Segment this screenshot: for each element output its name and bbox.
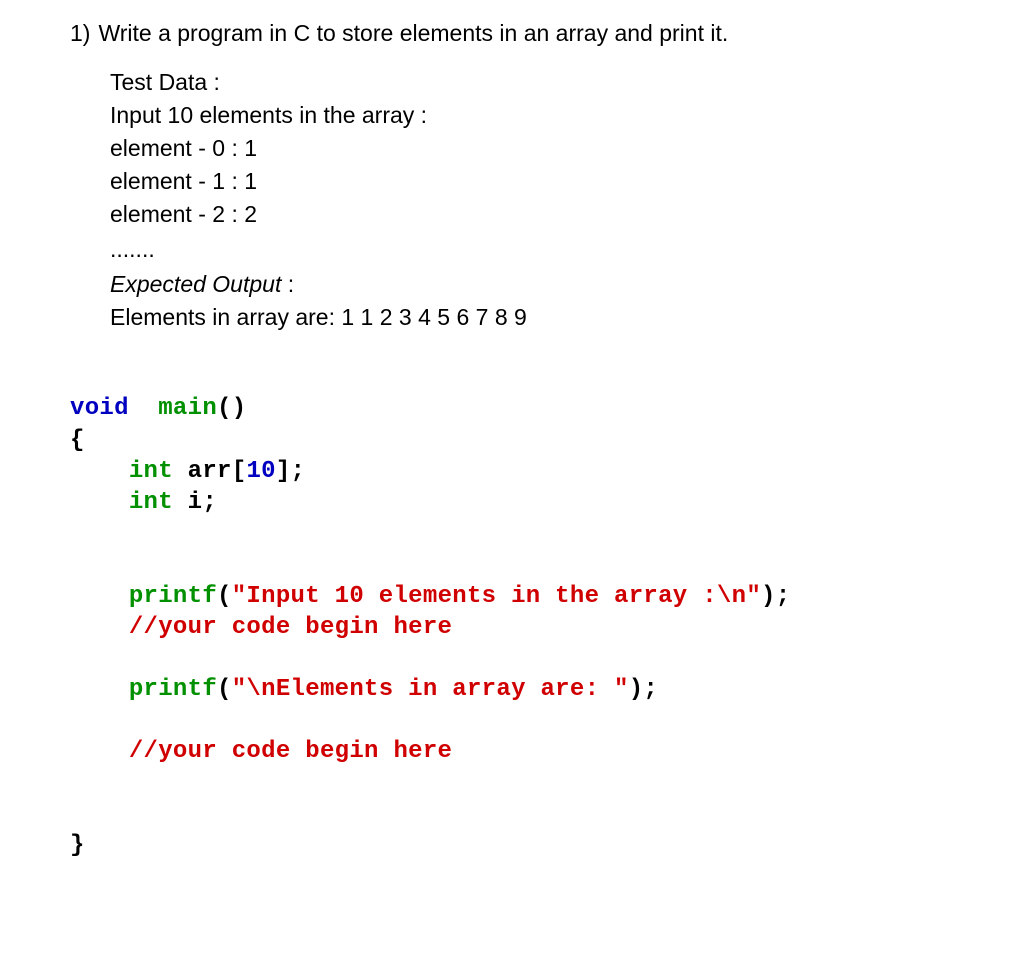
comment-2: //your code begin here xyxy=(129,738,452,765)
question-title: Write a program in C to store elements i… xyxy=(98,20,728,47)
expected-output-label: Expected Output xyxy=(110,271,281,297)
open-paren: ( xyxy=(217,395,232,422)
int-keyword-2: int xyxy=(129,489,173,516)
close-brace: } xyxy=(70,832,85,859)
open-paren-3: ( xyxy=(217,676,232,703)
void-keyword: void xyxy=(70,395,129,422)
main-identifier: main xyxy=(158,395,217,422)
comment-1: //your code begin here xyxy=(129,614,452,641)
i-var: i xyxy=(188,489,203,516)
open-bracket: [ xyxy=(232,458,247,485)
semicolon-3: ; xyxy=(776,583,791,610)
open-paren-2: ( xyxy=(217,583,232,610)
question-number: 1) xyxy=(70,20,90,47)
input-label: Input 10 elements in the array : xyxy=(110,100,984,131)
ellipsis: ....... xyxy=(110,234,984,265)
semicolon-4: ; xyxy=(643,676,658,703)
close-paren: ) xyxy=(232,395,247,422)
close-bracket: ] xyxy=(276,458,291,485)
string-2: "\nElements in array are: " xyxy=(232,676,629,703)
question-header: 1) Write a program in C to store element… xyxy=(70,20,984,47)
printf-1: printf xyxy=(129,583,217,610)
code-block: void main() { int arr[10]; int i; printf… xyxy=(70,393,984,861)
printf-2: printf xyxy=(129,676,217,703)
test-data-label: Test Data : xyxy=(110,67,984,98)
element-1: element - 1 : 1 xyxy=(110,166,984,197)
expected-colon: : xyxy=(281,271,294,297)
question-body: Test Data : Input 10 elements in the arr… xyxy=(70,67,984,333)
arr-var: arr xyxy=(188,458,232,485)
string-1: "Input 10 elements in the array :\n" xyxy=(232,583,761,610)
close-paren-2: ) xyxy=(761,583,776,610)
element-2: element - 2 : 2 xyxy=(110,199,984,230)
expected-output-text: Elements in array are: 1 1 2 3 4 5 6 7 8… xyxy=(110,302,984,333)
semicolon-2: ; xyxy=(202,489,217,516)
open-brace: { xyxy=(70,427,85,454)
int-keyword-1: int xyxy=(129,458,173,485)
element-0: element - 0 : 1 xyxy=(110,133,984,164)
literal-10: 10 xyxy=(246,458,275,485)
close-paren-3: ) xyxy=(629,676,644,703)
expected-output-line: Expected Output : xyxy=(110,269,984,300)
semicolon-1: ; xyxy=(291,458,306,485)
